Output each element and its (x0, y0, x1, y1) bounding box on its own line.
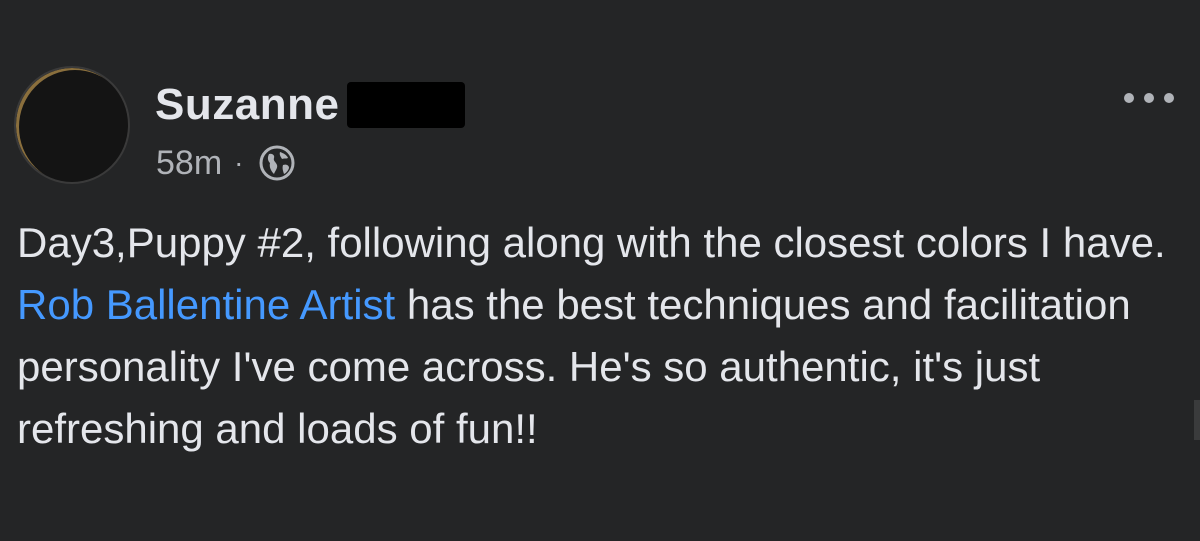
author-name[interactable]: Suzanne (155, 80, 339, 130)
scrollbar-edge (1194, 400, 1200, 440)
post-text-before: Day3,Puppy #2, following along with the … (17, 219, 1166, 266)
post-card: Suzanne 58m · Day3,Puppy #2, following a… (0, 0, 1200, 541)
avatar[interactable] (14, 66, 130, 184)
mention-link[interactable]: Rob Ballentine Artist (17, 281, 395, 328)
post-timestamp[interactable]: 58m (156, 144, 222, 183)
ellipsis-dot (1144, 93, 1154, 103)
more-options-button[interactable] (1124, 86, 1174, 110)
redaction-box (347, 82, 466, 128)
post-text: Day3,Puppy #2, following along with the … (17, 212, 1177, 460)
ellipsis-dot (1164, 93, 1174, 103)
meta-separator: · (234, 147, 244, 178)
post-meta: 58m · (156, 143, 297, 183)
globe-icon[interactable] (257, 143, 297, 183)
author-row: Suzanne (155, 80, 466, 130)
ellipsis-dot (1124, 93, 1134, 103)
